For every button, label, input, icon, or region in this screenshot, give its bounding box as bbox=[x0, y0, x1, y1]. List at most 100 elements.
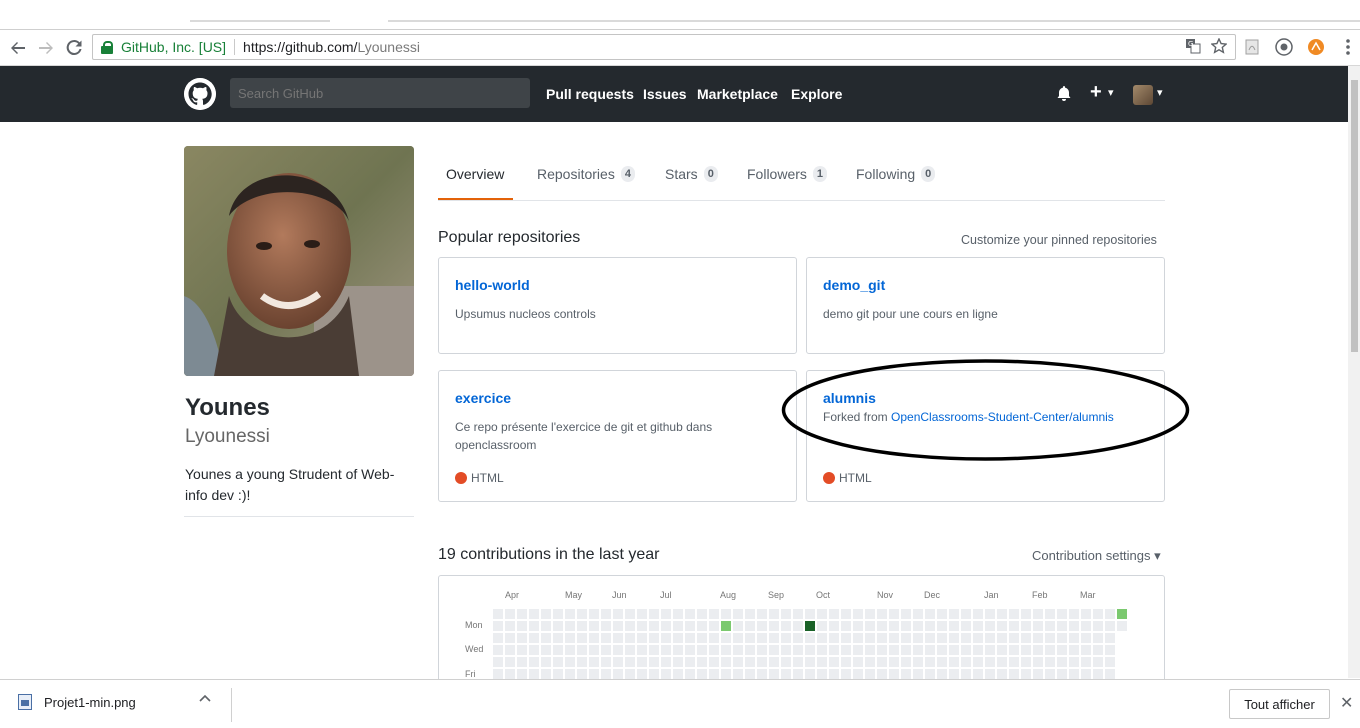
contribution-day-cell[interactable] bbox=[925, 669, 935, 679]
contribution-day-cell[interactable] bbox=[553, 609, 563, 619]
contribution-day-cell[interactable] bbox=[625, 633, 635, 643]
contribution-day-cell[interactable] bbox=[577, 621, 587, 631]
contribution-day-cell[interactable] bbox=[553, 669, 563, 679]
contribution-day-cell[interactable] bbox=[805, 669, 815, 679]
contribution-day-cell[interactable] bbox=[613, 669, 623, 679]
contribution-day-cell[interactable] bbox=[1117, 621, 1127, 631]
chevron-up-icon[interactable] bbox=[199, 692, 211, 708]
contribution-day-cell[interactable] bbox=[769, 657, 779, 667]
contribution-day-cell[interactable] bbox=[841, 621, 851, 631]
contribution-day-cell[interactable] bbox=[973, 621, 983, 631]
chevron-down-icon[interactable]: ▾ bbox=[1157, 86, 1163, 99]
contribution-day-cell[interactable] bbox=[721, 645, 731, 655]
browser-tab[interactable] bbox=[388, 20, 1360, 30]
contribution-day-cell[interactable] bbox=[1093, 609, 1103, 619]
contribution-day-cell[interactable] bbox=[589, 657, 599, 667]
contribution-day-cell[interactable] bbox=[973, 609, 983, 619]
contribution-day-cell[interactable] bbox=[913, 645, 923, 655]
contribution-day-cell[interactable] bbox=[637, 609, 647, 619]
contribution-day-cell[interactable] bbox=[925, 609, 935, 619]
contribution-day-cell[interactable] bbox=[709, 657, 719, 667]
contribution-day-cell[interactable] bbox=[1069, 669, 1079, 679]
contribution-day-cell[interactable] bbox=[901, 633, 911, 643]
contribution-day-cell[interactable] bbox=[1033, 645, 1043, 655]
contribution-day-cell[interactable] bbox=[865, 645, 875, 655]
contribution-day-cell[interactable] bbox=[553, 633, 563, 643]
contribution-day-cell[interactable] bbox=[961, 621, 971, 631]
contribution-day-cell[interactable] bbox=[793, 657, 803, 667]
menu-icon[interactable] bbox=[1338, 37, 1358, 57]
contribution-day-cell[interactable] bbox=[985, 657, 995, 667]
contribution-day-cell[interactable] bbox=[937, 609, 947, 619]
contribution-day-cell[interactable] bbox=[1057, 609, 1067, 619]
contribution-day-cell[interactable] bbox=[529, 645, 539, 655]
contribution-day-cell[interactable] bbox=[1093, 645, 1103, 655]
contribution-day-cell[interactable] bbox=[1009, 657, 1019, 667]
contribution-day-cell[interactable] bbox=[517, 657, 527, 667]
contribution-day-cell[interactable] bbox=[661, 645, 671, 655]
contribution-day-cell[interactable] bbox=[889, 657, 899, 667]
contribution-day-cell[interactable] bbox=[757, 609, 767, 619]
contribution-day-cell[interactable] bbox=[529, 669, 539, 679]
contribution-day-cell[interactable] bbox=[745, 609, 755, 619]
contribution-day-cell[interactable] bbox=[877, 633, 887, 643]
contribution-day-cell[interactable] bbox=[865, 657, 875, 667]
contribution-day-cell[interactable] bbox=[613, 657, 623, 667]
contribution-day-cell[interactable] bbox=[985, 645, 995, 655]
contribution-day-cell[interactable] bbox=[709, 645, 719, 655]
contribution-day-cell[interactable] bbox=[829, 633, 839, 643]
contribution-day-cell[interactable] bbox=[541, 609, 551, 619]
contribution-day-cell[interactable] bbox=[781, 645, 791, 655]
contribution-day-cell[interactable] bbox=[1045, 645, 1055, 655]
contribution-day-cell[interactable] bbox=[517, 609, 527, 619]
contribution-day-cell[interactable] bbox=[637, 657, 647, 667]
contribution-day-cell[interactable] bbox=[865, 621, 875, 631]
contribution-day-cell[interactable] bbox=[817, 669, 827, 679]
pdf-extension-icon[interactable] bbox=[1242, 37, 1262, 57]
contribution-day-cell[interactable] bbox=[829, 645, 839, 655]
contribution-day-cell[interactable] bbox=[793, 609, 803, 619]
contribution-day-cell[interactable] bbox=[997, 609, 1007, 619]
contribution-day-cell[interactable] bbox=[589, 669, 599, 679]
contribution-day-cell[interactable] bbox=[1069, 657, 1079, 667]
contribution-day-cell[interactable] bbox=[553, 621, 563, 631]
contribution-day-cell[interactable] bbox=[877, 621, 887, 631]
contribution-day-cell[interactable] bbox=[805, 645, 815, 655]
contribution-day-cell[interactable] bbox=[685, 621, 695, 631]
contribution-day-cell[interactable] bbox=[1033, 633, 1043, 643]
contribution-day-cell[interactable] bbox=[865, 669, 875, 679]
contribution-day-cell[interactable] bbox=[1081, 633, 1091, 643]
contribution-day-cell[interactable] bbox=[541, 669, 551, 679]
contribution-day-cell[interactable] bbox=[613, 645, 623, 655]
contribution-day-cell[interactable] bbox=[937, 621, 947, 631]
contribution-day-cell[interactable] bbox=[601, 657, 611, 667]
contribution-day-cell[interactable] bbox=[1057, 669, 1067, 679]
contribution-day-cell[interactable] bbox=[1033, 609, 1043, 619]
contribution-day-cell[interactable] bbox=[757, 669, 767, 679]
contribution-day-cell[interactable] bbox=[733, 609, 743, 619]
contribution-day-cell[interactable] bbox=[913, 609, 923, 619]
contribution-day-cell[interactable] bbox=[937, 669, 947, 679]
contribution-day-cell[interactable] bbox=[505, 669, 515, 679]
contribution-day-cell[interactable] bbox=[889, 621, 899, 631]
contribution-day-cell[interactable] bbox=[709, 621, 719, 631]
contribution-day-cell[interactable] bbox=[613, 633, 623, 643]
contribution-day-cell[interactable] bbox=[757, 621, 767, 631]
browser-tab[interactable] bbox=[190, 20, 330, 30]
contribution-day-cell[interactable] bbox=[829, 621, 839, 631]
contribution-day-cell[interactable] bbox=[733, 621, 743, 631]
contribution-day-cell[interactable] bbox=[817, 621, 827, 631]
nav-pull-requests[interactable]: Pull requests bbox=[546, 86, 634, 102]
contribution-day-cell[interactable] bbox=[1045, 609, 1055, 619]
contribution-day-cell[interactable] bbox=[697, 645, 707, 655]
contribution-day-cell[interactable] bbox=[805, 621, 815, 631]
contribution-day-cell[interactable] bbox=[1021, 621, 1031, 631]
contribution-day-cell[interactable] bbox=[961, 645, 971, 655]
github-logo-icon[interactable] bbox=[184, 78, 216, 110]
repo-name-link[interactable]: hello-world bbox=[455, 277, 530, 293]
contribution-day-cell[interactable] bbox=[625, 669, 635, 679]
show-all-downloads-button[interactable]: Tout afficher bbox=[1229, 689, 1330, 719]
contribution-day-cell[interactable] bbox=[625, 609, 635, 619]
contribution-day-cell[interactable] bbox=[733, 657, 743, 667]
contribution-day-cell[interactable] bbox=[973, 645, 983, 655]
